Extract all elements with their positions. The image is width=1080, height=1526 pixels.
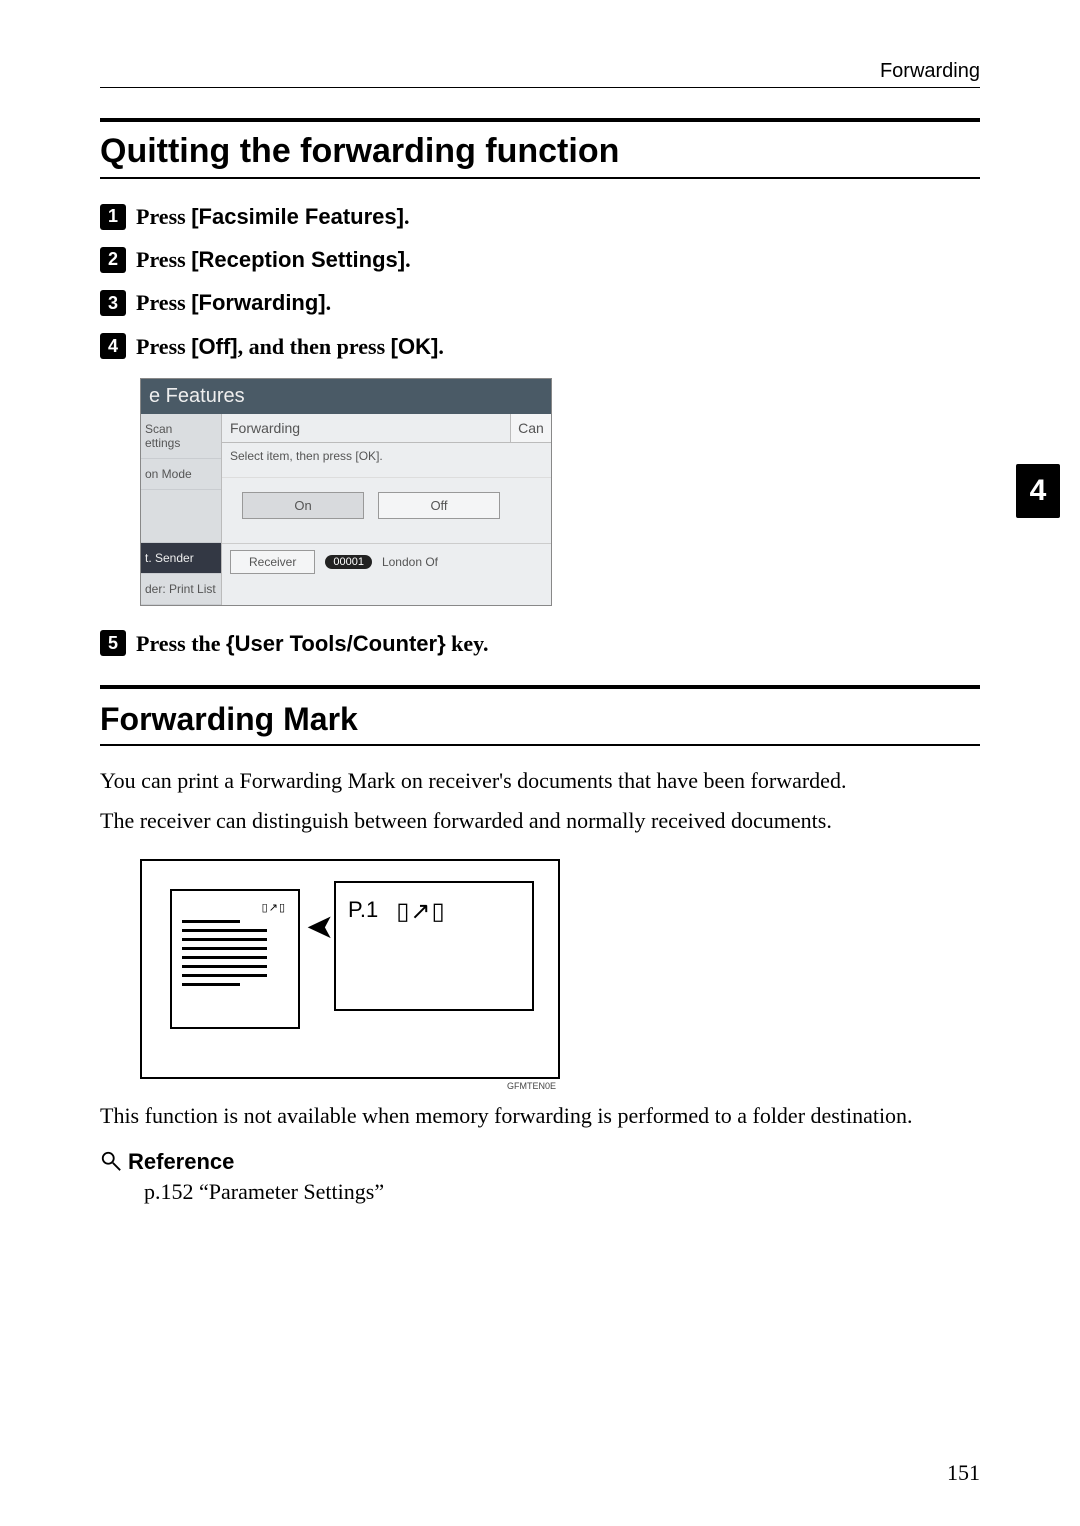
step-4: 4 Press [Off], and then press [OK]. xyxy=(100,329,980,364)
step-text: . xyxy=(405,247,411,272)
heading-rule-thick xyxy=(100,685,980,689)
step-1: 1 Press [Facsimile Features]. xyxy=(100,199,980,234)
ui-key: [OK] xyxy=(391,334,439,359)
on-button[interactable]: On xyxy=(242,492,364,519)
receiver-button[interactable]: Receiver xyxy=(230,550,315,574)
reference-label: Reference xyxy=(128,1149,234,1174)
off-button[interactable]: Off xyxy=(378,492,500,519)
ui-key: [Reception Settings] xyxy=(191,247,405,272)
panel-title: Forwarding xyxy=(222,414,510,442)
diagram-code: GFMTEN0E xyxy=(140,1079,560,1091)
heading-rule-thick xyxy=(100,118,980,122)
step-2: 2 Press [Reception Settings]. xyxy=(100,242,980,277)
step-text: . xyxy=(438,334,444,359)
forward-mark-icon: ▯↗▯ xyxy=(182,901,288,914)
panel-desc: Select item, then press [OK]. xyxy=(222,443,551,478)
step-text: Press xyxy=(136,290,191,315)
section1-title: Quitting the forwarding function xyxy=(100,132,980,171)
step-number-icon: 4 xyxy=(100,333,126,359)
paragraph: This function is not available when memo… xyxy=(100,1101,980,1131)
step-number-icon: 2 xyxy=(100,247,126,273)
diagram-page-label: P.1 xyxy=(348,897,378,923)
tab-print-list[interactable]: der: Print List xyxy=(141,574,221,605)
section2-title: Forwarding Mark xyxy=(100,701,980,738)
heading-rule-thin xyxy=(100,177,980,179)
hardware-key: User Tools/Counter xyxy=(235,626,438,661)
step-text: Press xyxy=(136,247,191,272)
step-text: Press the xyxy=(136,631,226,656)
tab-on-mode[interactable]: on Mode xyxy=(141,459,221,490)
screenshot-titlebar: e Features xyxy=(141,379,551,414)
zoom-arrow-icon: ➤ xyxy=(306,907,335,947)
step-5: 5 Press the {User Tools/Counter} key. xyxy=(100,626,980,661)
receiver-name: London Of xyxy=(382,555,438,569)
reference-link: p.152 “Parameter Settings” xyxy=(144,1179,980,1205)
cancel-button[interactable]: Can xyxy=(510,414,551,442)
step-text: Press xyxy=(136,204,191,229)
step-text: . xyxy=(326,290,332,315)
diagram-received-doc: ▯↗▯ xyxy=(170,889,300,1029)
tab-label: Scan xyxy=(145,422,172,436)
reference-icon xyxy=(100,1150,122,1172)
tab-sender[interactable]: t. Sender xyxy=(141,543,221,574)
paragraph: You can print a Forwarding Mark on recei… xyxy=(100,766,980,796)
diagram-zoomed-header: P.1 ▯↗▯ xyxy=(334,881,534,1011)
running-head: Forwarding xyxy=(100,60,980,88)
step-number-icon: 5 xyxy=(100,630,126,656)
paragraph: The receiver can distinguish between for… xyxy=(100,806,980,836)
step-text: key. xyxy=(446,631,489,656)
heading-rule-thin xyxy=(100,744,980,746)
left-brace-icon: { xyxy=(226,631,235,656)
screenshot-left-tabs: Scan ettings on Mode t. Sender der: Prin… xyxy=(141,414,222,605)
ui-key: [Off] xyxy=(191,334,237,359)
ui-key: [Facsimile Features] xyxy=(191,204,404,229)
step-3: 3 Press [Forwarding]. xyxy=(100,285,980,320)
forwarding-mark-diagram: ▯↗▯ ➤ P.1 ▯↗▯ GFMTEN0E xyxy=(140,859,560,1091)
device-screenshot: e Features Scan ettings on Mode t. Sende… xyxy=(140,378,552,606)
receiver-id-badge: 00001 xyxy=(325,555,372,569)
step-number-icon: 3 xyxy=(100,290,126,316)
ui-key: [Forwarding] xyxy=(191,290,325,315)
forward-mark-icon: ▯↗▯ xyxy=(396,897,446,926)
step-text: . xyxy=(404,204,410,229)
step-text: , and then press xyxy=(238,334,391,359)
tab-scan-settings[interactable]: Scan ettings xyxy=(141,414,221,459)
tab-label: ettings xyxy=(145,436,180,450)
page-number: 151 xyxy=(947,1460,980,1486)
reference-heading: Reference xyxy=(100,1149,980,1175)
step-text: Press xyxy=(136,334,191,359)
chapter-side-tab: 4 xyxy=(1016,464,1060,518)
step-number-icon: 1 xyxy=(100,204,126,230)
right-brace-icon: } xyxy=(437,631,446,656)
